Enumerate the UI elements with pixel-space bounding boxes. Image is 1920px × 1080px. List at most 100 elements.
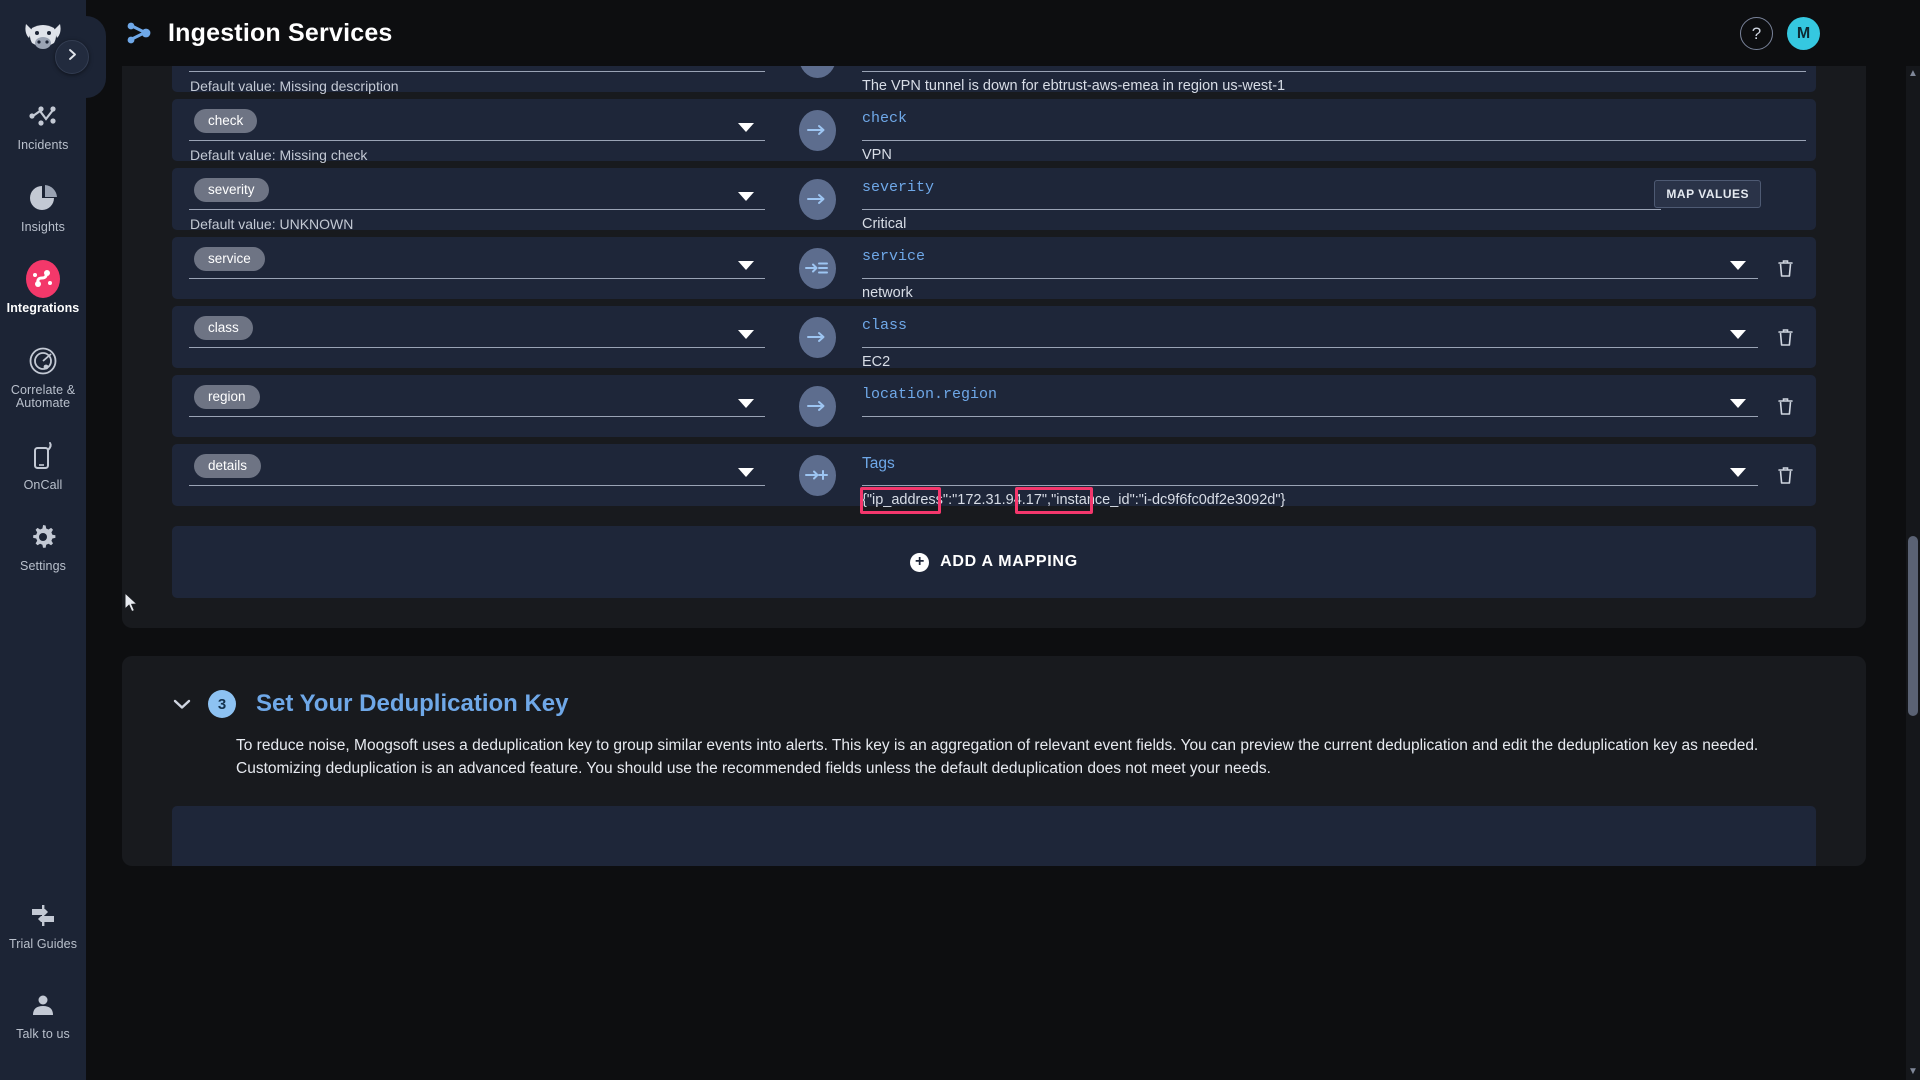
target-field-label: check — [862, 110, 908, 127]
sidebar-nav: Incidents Insights Integrations Correlat… — [0, 88, 86, 591]
sidebar-item-label: Incidents — [17, 138, 69, 152]
mapping-target-column: class EC2 — [862, 306, 1806, 370]
mapping-arrow-cell — [772, 375, 862, 437]
target-field-value: network — [862, 285, 913, 301]
sidebar-item-oncall[interactable]: OnCall — [0, 428, 86, 502]
source-field-pill[interactable]: details — [194, 454, 262, 478]
table-row[interactable]: severity Default value: UNKNOWN severity… — [172, 168, 1816, 232]
arrow-right-icon — [798, 109, 836, 151]
help-button[interactable]: ? — [1740, 17, 1773, 50]
chevron-down-icon[interactable] — [1730, 261, 1746, 270]
source-field-pill[interactable]: severity — [194, 178, 269, 202]
source-field-pill[interactable]: class — [194, 316, 253, 340]
source-field-pill[interactable]: check — [194, 109, 258, 133]
map-values-button[interactable]: MAP VALUES — [1654, 180, 1761, 208]
incidents-nodes-icon — [26, 99, 60, 133]
table-row[interactable]: service service network — [172, 237, 1816, 301]
sidebar-item-label: Trial Guides — [8, 937, 78, 951]
main-area: Ingestion Services ? M Default value: Mi… — [86, 0, 1920, 1080]
chevron-down-icon[interactable] — [1730, 399, 1746, 408]
main-sidebar: Incidents Insights Integrations Correlat… — [0, 0, 86, 1080]
chevron-down-icon[interactable] — [738, 399, 754, 408]
scroll-up-arrow-icon[interactable]: ▲ — [1907, 68, 1919, 80]
chevron-down-icon[interactable] — [172, 695, 194, 714]
source-underline — [189, 209, 765, 210]
mapping-arrow-cell — [772, 237, 862, 299]
arrow-right-icon — [798, 178, 836, 220]
page-title: Ingestion Services — [168, 18, 393, 47]
source-field-pill[interactable]: region — [194, 385, 260, 409]
source-underline — [189, 278, 765, 279]
sidebar-item-talk-to-us[interactable]: Talk to us — [0, 977, 86, 1051]
question-mark-icon: ? — [1751, 23, 1762, 43]
mapping-rows: Default value: Missing description The V… — [122, 66, 1866, 514]
chevron-down-icon[interactable] — [738, 330, 754, 339]
target-underline — [862, 209, 1661, 210]
sidebar-collapse-toggle[interactable] — [55, 40, 89, 74]
vertical-scrollbar-thumb[interactable] — [1908, 536, 1918, 716]
pie-chart-icon — [26, 181, 60, 215]
chevron-down-icon[interactable] — [738, 468, 754, 477]
table-row[interactable]: region location.region — [172, 375, 1816, 437]
sidebar-item-insights[interactable]: Insights — [0, 170, 86, 244]
chevron-down-icon[interactable] — [738, 192, 754, 201]
scroll-down-arrow-icon[interactable]: ▼ — [1907, 1066, 1919, 1078]
plus-circle-icon: + — [910, 552, 930, 572]
gear-icon — [26, 520, 60, 554]
add-mapping-label: ADD A MAPPING — [940, 553, 1078, 570]
arrow-right-icon — [798, 385, 836, 427]
target-field-label: location.region — [862, 386, 998, 403]
mapping-arrow-cell — [772, 66, 862, 92]
source-field-pill[interactable]: service — [194, 247, 265, 271]
section-title: Set Your Deduplication Key — [256, 690, 569, 717]
table-row[interactable]: class class EC2 — [172, 306, 1816, 370]
target-underline — [862, 140, 1806, 141]
table-row[interactable]: check Default value: Missing check check… — [172, 99, 1816, 163]
mapping-source-column: details — [172, 444, 772, 506]
target-field-label: class — [862, 317, 908, 334]
deduplication-header[interactable]: 3 Set Your Deduplication Key — [122, 690, 1866, 718]
sidebar-item-label: Settings — [20, 559, 66, 573]
chevron-down-icon[interactable] — [1730, 468, 1746, 477]
sidebar-item-correlate-automate[interactable]: Correlate & Automate — [0, 333, 86, 420]
chevron-down-icon[interactable] — [1730, 330, 1746, 339]
delete-mapping-button[interactable] — [1777, 259, 1794, 283]
mapping-arrow-cell — [772, 168, 862, 230]
mapping-source-column: region — [172, 375, 772, 437]
source-underline — [189, 71, 765, 72]
target-field-label: service — [862, 248, 926, 265]
target-field-value: Critical — [862, 216, 907, 232]
content-scroll-area: Default value: Missing description The V… — [86, 66, 1902, 1080]
source-underline — [189, 347, 765, 348]
sidebar-item-integrations[interactable]: Integrations — [0, 251, 86, 325]
delete-mapping-button[interactable] — [1777, 397, 1794, 421]
target-underline — [862, 416, 1758, 417]
sidebar-item-trial-guides[interactable]: Trial Guides — [0, 887, 86, 961]
share-nodes-icon — [124, 18, 154, 48]
vertical-scrollbar-track[interactable]: ▲ ▼ — [1906, 66, 1920, 1080]
chevron-down-icon[interactable] — [738, 123, 754, 132]
mouse-cursor — [124, 591, 139, 618]
delete-mapping-button[interactable] — [1777, 328, 1794, 352]
target-field-value: The VPN tunnel is down for ebtrust-aws-e… — [862, 78, 1286, 94]
source-underline — [189, 416, 765, 417]
table-row[interactable]: details Tags {"ip_address":"172.31.94.17… — [172, 444, 1816, 514]
deduplication-preview-card[interactable] — [172, 806, 1816, 866]
target-field-value: EC2 — [862, 354, 891, 370]
person-headset-icon — [26, 988, 60, 1022]
mobile-phone-icon — [26, 439, 60, 473]
delete-mapping-button[interactable] — [1777, 466, 1794, 490]
add-mapping-button[interactable]: + ADD A MAPPING — [172, 526, 1816, 598]
chevron-down-icon[interactable] — [738, 261, 754, 270]
mapping-source-column: check Default value: Missing check — [172, 99, 772, 163]
user-avatar[interactable]: M — [1787, 17, 1820, 50]
header-actions: ? M — [1740, 17, 1820, 50]
target-field-label: severity — [862, 179, 935, 196]
mappings-panel: Default value: Missing description The V… — [122, 66, 1866, 628]
table-row[interactable]: Default value: Missing description The V… — [172, 66, 1816, 94]
mapping-source-column: class — [172, 306, 772, 368]
sidebar-item-incidents[interactable]: Incidents — [0, 88, 86, 162]
mapping-target-column: location.region — [862, 375, 1806, 437]
mapping-target-column: severity Critical MAP VALUES — [862, 168, 1806, 232]
sidebar-item-settings[interactable]: Settings — [0, 509, 86, 583]
